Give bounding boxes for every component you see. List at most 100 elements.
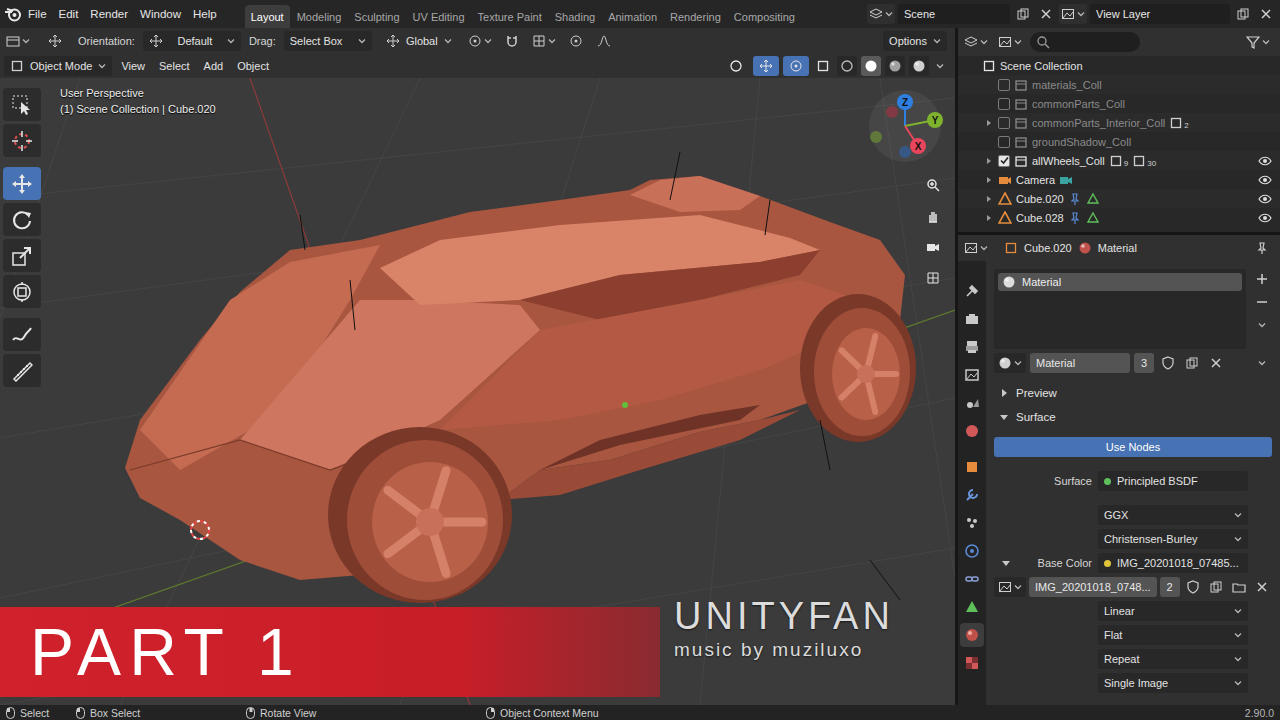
workspace-tab[interactable]: Layout	[245, 5, 290, 28]
outliner-label[interactable]: Scene Collection	[1000, 60, 1083, 72]
scene-tab[interactable]	[960, 391, 984, 415]
slot-row[interactable]: Material	[998, 273, 1242, 291]
workspace-tab[interactable]: Animation	[602, 5, 663, 28]
disclosure-triangle[interactable]	[1002, 559, 1010, 567]
main-menu-item[interactable]: Help	[187, 3, 223, 25]
expand-arrow[interactable]	[984, 99, 994, 109]
use-nodes-button[interactable]: Use Nodes	[994, 437, 1272, 457]
outliner-label[interactable]: allWheels_Coll	[1032, 155, 1105, 167]
options-dropdown[interactable]: Options	[883, 31, 947, 51]
axis-y[interactable]: Y	[905, 112, 943, 128]
add-slot-button[interactable]	[1252, 269, 1272, 289]
outliner-row[interactable]: commonParts_Coll	[958, 94, 1280, 113]
fake-user-button[interactable]	[1158, 353, 1178, 373]
scale-tool-button[interactable]	[3, 239, 41, 272]
link-type-button[interactable]	[1240, 353, 1268, 373]
outliner-row[interactable]: groundShadow_Coll	[958, 132, 1280, 151]
navigation-gizmo[interactable]: ZYX	[862, 88, 948, 164]
material-shading-button[interactable]	[885, 56, 905, 76]
particles-tab[interactable]	[960, 511, 984, 535]
surface-shader-field[interactable]: Principled BSDF	[1098, 471, 1248, 491]
orientation-dropdown[interactable]: Default	[143, 31, 241, 51]
fake-user-button[interactable]	[1183, 577, 1203, 597]
unlink-image-button[interactable]	[1252, 577, 1272, 597]
viewport-menu[interactable]: Object	[232, 60, 274, 72]
outliner-row[interactable]: allWheels_Coll930	[958, 151, 1280, 170]
delete-view-layer-button[interactable]	[1256, 4, 1276, 24]
duplicate-material-button[interactable]	[1182, 353, 1202, 373]
search-field[interactable]	[1030, 32, 1140, 52]
filter-button[interactable]	[1244, 32, 1272, 52]
expand-arrow[interactable]	[984, 175, 994, 185]
outliner-label[interactable]: groundShadow_Coll	[1032, 136, 1131, 148]
active-tool-button[interactable]	[40, 31, 70, 51]
workspace-tab[interactable]: Rendering	[664, 5, 727, 28]
outliner-label[interactable]: commonParts_Interior_Coll	[1032, 117, 1165, 129]
viewport-menu[interactable]: Add	[199, 60, 229, 72]
scene-browse-button[interactable]	[867, 4, 895, 24]
eye-icon[interactable]	[1258, 173, 1272, 187]
expand-arrow[interactable]	[984, 194, 994, 204]
outliner-label[interactable]: Cube.028	[1016, 212, 1064, 224]
visibility-toggle[interactable]	[723, 56, 749, 76]
editor-type-button[interactable]	[4, 31, 32, 51]
panel-header[interactable]: Surface	[994, 407, 1272, 427]
view-layer-tab[interactable]	[960, 363, 984, 387]
new-scene-button[interactable]	[1013, 4, 1033, 24]
select-tool-button[interactable]	[3, 88, 41, 121]
mode-dropdown[interactable]: Object Mode	[4, 56, 112, 76]
expand-arrow[interactable]	[984, 156, 994, 166]
pan-button[interactable]	[920, 203, 945, 228]
rotate-tool-button[interactable]	[3, 203, 41, 236]
main-menu-item[interactable]: Edit	[53, 3, 85, 25]
texture-tab[interactable]	[960, 651, 984, 675]
transform-tool-button[interactable]	[3, 275, 41, 308]
data-tab[interactable]	[960, 595, 984, 619]
world-tab[interactable]	[960, 419, 984, 443]
view-layer-field[interactable]: View Layer	[1090, 4, 1230, 24]
pivot-point-button[interactable]	[466, 31, 494, 51]
image-setting-dropdown[interactable]: Flat	[1098, 625, 1248, 645]
base-color-field[interactable]: IMG_20201018_07485...	[1098, 553, 1248, 573]
render-tab[interactable]	[960, 307, 984, 331]
solid-shading-button[interactable]	[861, 56, 881, 76]
expand-arrow[interactable]	[984, 80, 994, 90]
overlays-toggle[interactable]	[783, 56, 809, 76]
main-menu-item[interactable]: File	[22, 3, 53, 25]
outliner-row[interactable]: Camera	[958, 170, 1280, 189]
workspace-tab[interactable]: Compositing	[728, 5, 801, 28]
image-setting-dropdown[interactable]: Repeat	[1098, 649, 1248, 669]
falloff-button[interactable]	[594, 31, 614, 51]
open-image-button[interactable]	[1229, 577, 1249, 597]
viewport-menu[interactable]: Select	[154, 60, 195, 72]
subsurface-method-dropdown[interactable]: Christensen-Burley	[1098, 529, 1248, 549]
pin-button[interactable]	[1252, 238, 1272, 258]
ortho-toggle-button[interactable]	[920, 265, 945, 290]
outliner-row[interactable]: Cube.020	[958, 189, 1280, 208]
workspace-tab[interactable]: Shading	[549, 5, 601, 28]
exclude-checkbox[interactable]	[998, 98, 1010, 110]
image-setting-dropdown[interactable]: Linear	[1098, 601, 1248, 621]
cursor-tool-button[interactable]	[3, 124, 41, 157]
gizmos-toggle[interactable]	[753, 56, 779, 76]
remove-slot-button[interactable]	[1252, 292, 1272, 312]
output-tab[interactable]	[960, 335, 984, 359]
snap-target-button[interactable]	[530, 31, 558, 51]
material-name-field[interactable]: Material	[1030, 353, 1130, 373]
material-tab[interactable]	[960, 623, 984, 647]
axis-z[interactable]: Z	[897, 94, 913, 126]
drag-dropdown[interactable]: Select Box	[284, 31, 372, 51]
exclude-checkbox[interactable]	[998, 155, 1010, 167]
exclude-checkbox[interactable]	[998, 79, 1010, 91]
disclosure-triangle[interactable]	[1000, 389, 1008, 397]
expand-arrow[interactable]	[984, 213, 994, 223]
viewport-menu[interactable]: View	[116, 60, 150, 72]
move-tool-button[interactable]	[3, 167, 41, 200]
image-name-field[interactable]: IMG_20201018_0748...	[1029, 577, 1157, 597]
eye-icon[interactable]	[1258, 154, 1272, 168]
delete-scene-button[interactable]	[1036, 4, 1056, 24]
annotate-tool-button[interactable]	[3, 318, 41, 351]
distribution-dropdown[interactable]: GGX	[1098, 505, 1248, 525]
image-users[interactable]: 2	[1160, 577, 1180, 597]
view-layer-browse-button[interactable]	[1059, 4, 1087, 24]
